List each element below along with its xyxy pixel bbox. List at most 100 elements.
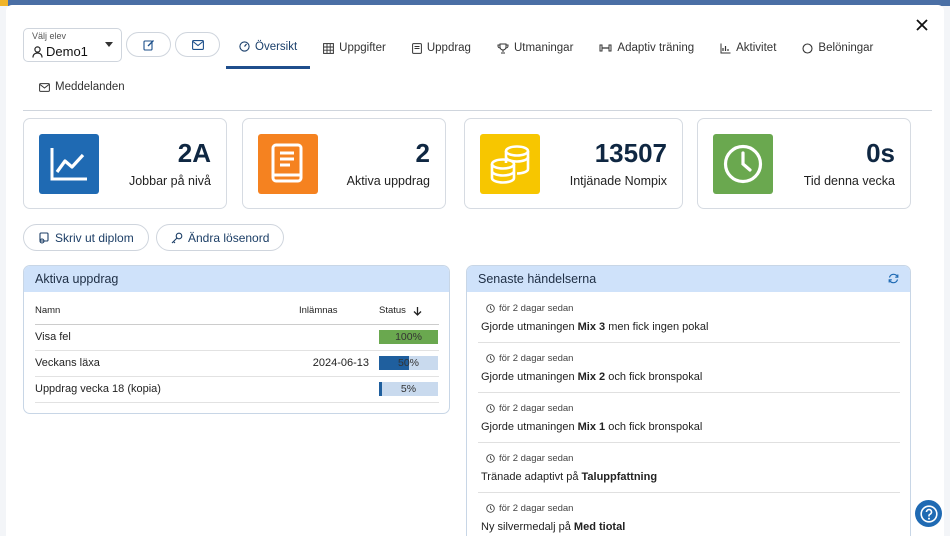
event-time: för 2 dagar sedan — [486, 403, 573, 414]
tab-utmaningar[interactable]: Utmaningar — [484, 27, 586, 69]
edit-student-button[interactable] — [126, 32, 171, 57]
tab-label: Översikt — [255, 40, 298, 53]
list-item: för 2 dagar sedan Ny silvermedalj på Med … — [478, 493, 900, 536]
tab-aktivitet[interactable]: Aktivitet — [707, 27, 789, 69]
book-icon — [258, 134, 318, 194]
progress-label: 5% — [400, 383, 417, 395]
change-password-button[interactable]: Ändra lösenord — [156, 224, 285, 251]
progress-fill — [379, 382, 382, 396]
assignment-status-cell: 100% — [379, 324, 439, 351]
assignment-submitted — [275, 376, 379, 403]
event-text-post: och fick bronspokal — [605, 421, 703, 433]
tab-uppgifter[interactable]: Uppgifter — [310, 27, 399, 69]
event-text: Gjorde utmaningen Mix 3 men fick ingen p… — [481, 321, 708, 333]
student-select[interactable]: Välj elev Demo1 — [23, 28, 122, 62]
column-header-submitted[interactable]: Inlämnas — [275, 298, 379, 325]
event-text-post: och fick bronspokal — [605, 371, 703, 383]
assignment-status-cell: 50% — [379, 350, 439, 377]
tab-beloningar[interactable]: Belöningar — [789, 27, 886, 69]
event-text-post: men fick ingen pokal — [605, 321, 709, 333]
event-text: Gjorde utmaningen Mix 1 och fick bronspo… — [481, 421, 702, 433]
event-text-pre: Tränade adaptivt på — [481, 471, 582, 483]
student-select-value-wrap: Demo1 — [32, 44, 88, 59]
events-list: för 2 dagar sedan Gjorde utmaningen Mix 3… — [478, 293, 900, 536]
list-item: för 2 dagar sedan Gjorde utmaningen Mix 1… — [478, 393, 900, 443]
edit-icon — [142, 39, 154, 51]
event-time-label: för 2 dagar sedan — [499, 303, 574, 314]
recent-events-header: Senaste händelserna — [467, 266, 910, 292]
table-row[interactable]: Uppdrag vecka 18 (kopia) 5% — [35, 376, 439, 403]
sort-arrow-down-icon — [413, 306, 422, 316]
event-time-label: för 2 dagar sedan — [499, 403, 574, 414]
recent-events-title: Senaste händelserna — [478, 272, 597, 286]
event-time-label: för 2 dagar sedan — [499, 453, 574, 464]
stat-caption: Aktiva uppdrag — [346, 174, 430, 188]
active-assignments-title: Aktiva uppdrag — [24, 266, 449, 292]
stat-caption: Intjänade Nompix — [569, 174, 667, 188]
tab-oversikt[interactable]: Översikt — [226, 27, 311, 69]
tab-label: Uppdrag — [426, 42, 471, 54]
event-time-label: för 2 dagar sedan — [499, 503, 574, 514]
clock-icon — [486, 354, 495, 363]
stat-card-assignments: 2 Aktiva uppdrag — [242, 118, 446, 209]
tabs-divider — [23, 110, 932, 111]
event-time: för 2 dagar sedan — [486, 303, 573, 314]
trophy-icon — [497, 43, 509, 53]
event-text-bold: Mix 3 — [577, 321, 606, 333]
event-text-pre: Gjorde utmaningen — [481, 421, 578, 433]
table-header-row: Namn Inlämnas Status — [35, 298, 439, 325]
student-select-value: Demo1 — [46, 44, 88, 59]
assignment-submitted — [275, 324, 379, 351]
stat-caption: Jobbar på nivå — [128, 174, 211, 188]
dumbbell-icon — [599, 44, 612, 52]
help-button[interactable] — [915, 500, 942, 527]
assignments-table: Namn Inlämnas Status Visa fel 100% Veckans… — [35, 298, 439, 403]
tab-label: Belöningar — [818, 42, 874, 54]
progress-bar: 100% — [379, 330, 438, 344]
print-diploma-button[interactable]: Skriv ut diplom — [23, 224, 149, 251]
user-icon — [32, 45, 43, 58]
close-button[interactable] — [912, 15, 932, 35]
message-student-button[interactable] — [175, 32, 220, 57]
clock-icon — [486, 404, 495, 413]
stat-card-nompix: 13507 Intjänade Nompix — [464, 118, 683, 209]
envelope-icon — [191, 39, 204, 50]
stat-card-time: 0s Tid denna vecka — [697, 118, 911, 209]
chevron-down-icon — [105, 42, 113, 47]
print-diploma-label: Skriv ut diplom — [55, 230, 134, 245]
event-time: för 2 dagar sedan — [486, 353, 573, 364]
event-time-label: för 2 dagar sedan — [499, 353, 574, 364]
refresh-icon[interactable] — [888, 273, 899, 284]
tab-adaptiv-traning[interactable]: Adaptiv träning — [586, 27, 707, 69]
circle-icon — [802, 42, 813, 54]
active-assignments-panel: Aktiva uppdrag Namn Inlämnas Status Visa… — [23, 265, 450, 414]
stat-value: 2 — [415, 138, 430, 168]
student-modal: Välj elev Demo1 Översikt Uppgifter Uppdr… — [6, 5, 944, 536]
event-text-bold: Mix 2 — [577, 371, 606, 383]
tab-meddelanden[interactable]: Meddelanden — [39, 81, 125, 93]
event-text-bold: Taluppfattning — [581, 471, 658, 483]
tab-bar: Översikt Uppgifter Uppdrag Utmaningar Ad… — [226, 27, 886, 69]
table-row[interactable]: Visa fel 100% — [35, 324, 439, 351]
assignment-name: Uppdrag vecka 18 (kopia) — [35, 376, 275, 403]
diploma-icon — [39, 231, 49, 244]
tab-uppdrag[interactable]: Uppdrag — [399, 27, 484, 69]
coins-icon — [480, 134, 540, 194]
table-row[interactable]: Veckans läxa 2024-06-13 50% — [35, 350, 439, 377]
event-text: Gjorde utmaningen Mix 2 och fick bronspo… — [481, 371, 702, 383]
event-text-bold: Med tiotal — [573, 521, 626, 533]
clock-icon — [486, 504, 495, 513]
tab-label: Utmaningar — [513, 42, 574, 54]
list-item: för 2 dagar sedan Tränade adaptivt på Tal… — [478, 443, 900, 493]
column-header-name[interactable]: Namn — [35, 298, 275, 325]
student-select-label: Välj elev — [32, 31, 67, 41]
column-header-status[interactable]: Status — [379, 298, 439, 325]
grid-icon — [323, 42, 335, 54]
stat-value: 0s — [866, 138, 895, 168]
assignment-name: Veckans läxa — [35, 350, 275, 377]
envelope-icon — [39, 82, 50, 92]
event-text-pre: Gjorde utmaningen — [481, 371, 578, 383]
event-text: Ny silvermedalj på Med tiotal — [481, 521, 625, 533]
stat-value: 13507 — [594, 138, 667, 168]
event-text: Tränade adaptivt på Taluppfattning — [481, 471, 657, 483]
